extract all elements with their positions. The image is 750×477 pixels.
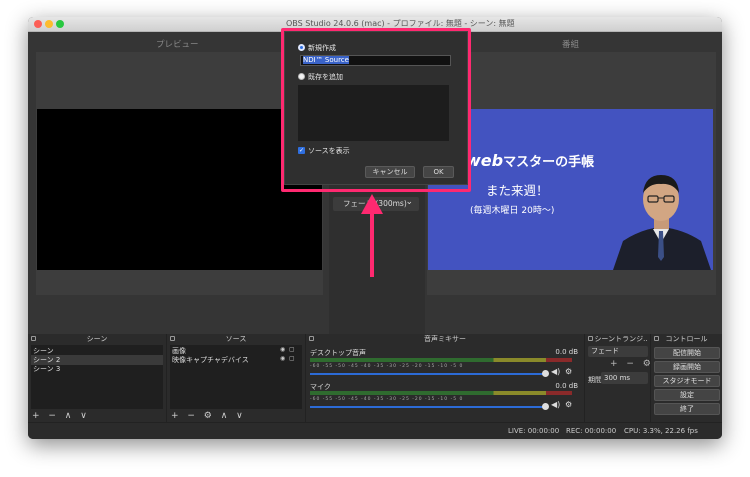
scenes-header: シーン — [86, 335, 108, 343]
transition-type-value: フェード — [591, 347, 619, 355]
status-bar: LIVE: 00:00:00 REC: 00:00:00 CPU: 3.3%, … — [28, 422, 722, 439]
eye-icon[interactable]: ◉ — [280, 346, 285, 353]
presenter-image — [613, 175, 711, 270]
volume-slider[interactable] — [310, 406, 546, 408]
arrow-shaft — [370, 210, 374, 277]
dock-float-icon[interactable] — [309, 336, 314, 341]
controls-header: コントロール — [665, 335, 708, 343]
mixer-channel-db: 0.0 dB — [555, 382, 578, 390]
controls-dock: コントロール 配信開始 録画開始 スタジオモード 設定 終了 — [651, 334, 722, 422]
volume-slider-knob[interactable] — [542, 403, 549, 410]
speaker-icon[interactable]: ◀) — [551, 367, 560, 376]
scene-tools[interactable]: + − ∧ ∨ — [32, 411, 90, 421]
banner-word: web — [466, 151, 504, 170]
studio-mode-button[interactable]: スタジオモード — [654, 375, 720, 387]
exit-button[interactable]: 終了 — [654, 403, 720, 415]
dock-float-icon[interactable] — [588, 336, 593, 341]
source-item[interactable]: 映像キャプチャデバイス — [172, 355, 249, 365]
program-schedule: (毎週木曜日 20時〜) — [470, 206, 555, 216]
program-banner: webマスターの手帳 — [466, 151, 594, 170]
cpu-fps: CPU: 3.3%, 22.26 fps — [624, 427, 698, 435]
source-tools[interactable]: + − ⚙ ∧ ∨ — [171, 411, 246, 421]
program-label: 番組 — [562, 40, 580, 50]
scene-list[interactable]: シーン シーン 2 シーン 3 — [31, 345, 163, 409]
duration-input[interactable]: 300 ms — [601, 372, 648, 384]
banner-rest: マスターの手帳 — [503, 155, 595, 170]
gear-icon[interactable]: ⚙ — [565, 400, 572, 409]
zoom-traffic-light[interactable] — [56, 20, 64, 28]
live-timer: LIVE: 00:00:00 — [508, 427, 560, 435]
eye-icon[interactable]: ◉ — [280, 355, 285, 362]
lock-icon[interactable]: ▢ — [289, 355, 295, 362]
start-streaming-button[interactable]: 配信開始 — [654, 347, 720, 359]
transitions-header: シーントランジ.. — [594, 335, 648, 343]
scenes-dock: シーン シーン シーン 2 シーン 3 + − ∧ ∨ — [28, 334, 167, 422]
scene-transitions-dock: シーントランジ.. フェード + − ⚙ 期間 300 ms — [585, 334, 651, 422]
speaker-icon[interactable]: ◀) — [551, 400, 560, 409]
chevron-down-icon: ⌄ — [405, 197, 413, 207]
mixer-channel-db: 0.0 dB — [555, 348, 578, 356]
lock-icon[interactable]: ▢ — [289, 346, 295, 353]
settings-button[interactable]: 設定 — [654, 389, 720, 401]
minimize-traffic-light[interactable] — [45, 20, 53, 28]
meter-scale: -60 -55 -50 -45 -40 -35 -30 -25 -20 -15 … — [310, 364, 464, 369]
start-recording-button[interactable]: 録画開始 — [654, 361, 720, 373]
scene-item[interactable]: シーン 3 — [33, 364, 60, 374]
transition-tools[interactable]: + − ⚙ — [610, 359, 654, 369]
volume-slider[interactable] — [310, 373, 546, 375]
rec-timer: REC: 00:00:00 — [566, 427, 617, 435]
meter-scale: -60 -55 -50 -45 -40 -35 -30 -25 -20 -15 … — [310, 397, 464, 402]
gear-icon[interactable]: ⚙ — [565, 367, 572, 376]
preview-video — [37, 109, 322, 270]
dock-float-icon[interactable] — [654, 336, 659, 341]
dock-float-icon[interactable] — [31, 336, 36, 341]
preview-label: プレビュー — [156, 40, 199, 50]
highlight-frame — [281, 28, 471, 192]
mixer-channel-name: デスクトップ音声 — [310, 349, 366, 357]
dock-float-icon[interactable] — [170, 336, 175, 341]
sources-header: ソース — [225, 335, 247, 343]
volume-meter — [310, 358, 572, 362]
duration-value: 300 ms — [604, 374, 631, 382]
sources-dock: ソース 画像 映像キャプチャデバイス ◉ ▢ ◉ ▢ + − ⚙ ∧ ∨ — [167, 334, 306, 422]
audio-mixer-dock: 音声ミキサー デスクトップ音声 0.0 dB -60 -55 -50 -45 -… — [306, 334, 585, 422]
source-list[interactable]: 画像 映像キャプチャデバイス ◉ ▢ ◉ ▢ — [170, 345, 302, 409]
program-announce: また来週！ — [486, 183, 549, 198]
volume-meter — [310, 391, 572, 395]
close-traffic-light[interactable] — [34, 20, 42, 28]
transition-type-select[interactable]: フェード — [588, 346, 648, 357]
duration-label: 期間 — [588, 376, 602, 384]
mixer-header: 音声ミキサー — [424, 335, 466, 343]
volume-slider-knob[interactable] — [542, 370, 549, 377]
